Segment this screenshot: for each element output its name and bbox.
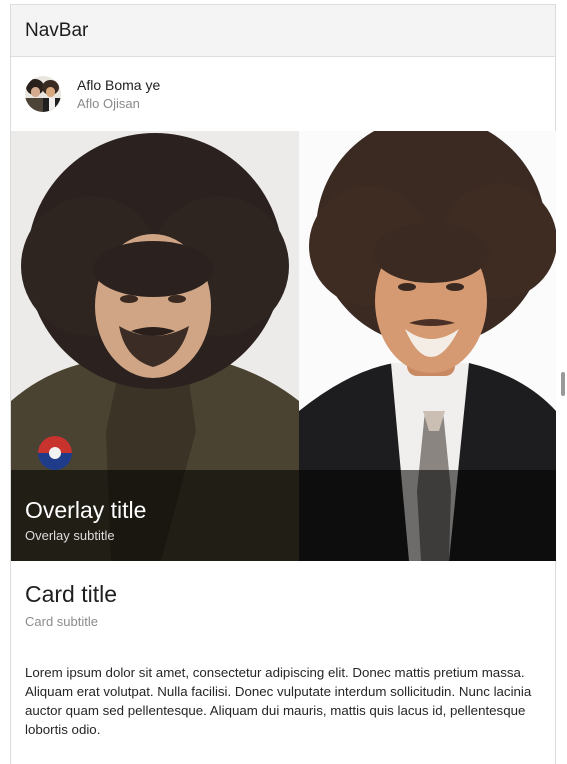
app-frame: NavBar Aflo Boma ye Aflo Ojisan Overlay … (10, 4, 556, 764)
card-author-subtitle: Aflo Ojisan (77, 95, 140, 111)
overlay-title: Overlay title (25, 497, 147, 523)
overlay-subtitle: Overlay subtitle (25, 528, 115, 543)
navbar-title: NavBar (25, 19, 89, 41)
card-author: Aflo Boma ye Aflo Ojisan (77, 76, 160, 113)
card: Aflo Boma ye Aflo Ojisan Overlay title O… (11, 57, 556, 739)
scrollbar-thumb[interactable] (561, 372, 565, 396)
card-subtitle: Card subtitle (25, 614, 98, 629)
avatar (25, 76, 61, 112)
card-author-name: Aflo Boma ye (77, 76, 161, 93)
card-header: Aflo Boma ye Aflo Ojisan (11, 57, 555, 131)
card-title-block: Card title Card subtitle (11, 561, 555, 629)
navbar: NavBar (11, 5, 555, 57)
card-text: Lorem ipsum dolor sit amet, consectetur … (25, 665, 532, 737)
card-media-overlay: Overlay title Overlay subtitle (11, 470, 556, 561)
card-media: Overlay title Overlay subtitle (11, 131, 556, 561)
card-title: Card title (25, 581, 118, 607)
